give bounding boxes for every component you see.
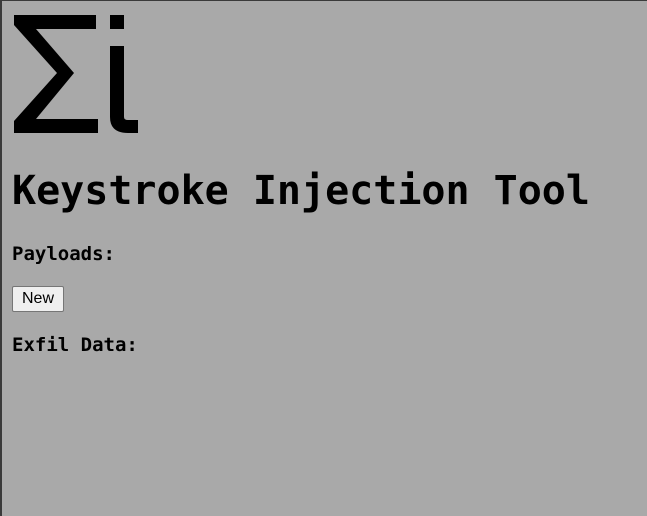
app-logo <box>12 1 142 137</box>
new-payload-button[interactable]: New <box>12 286 65 312</box>
payloads-heading: Payloads: <box>12 243 115 265</box>
page-title: Keystroke Injection Tool <box>12 168 590 214</box>
sigma-i-logo-icon <box>14 15 138 133</box>
exfil-data-heading: Exfil Data: <box>12 334 138 356</box>
